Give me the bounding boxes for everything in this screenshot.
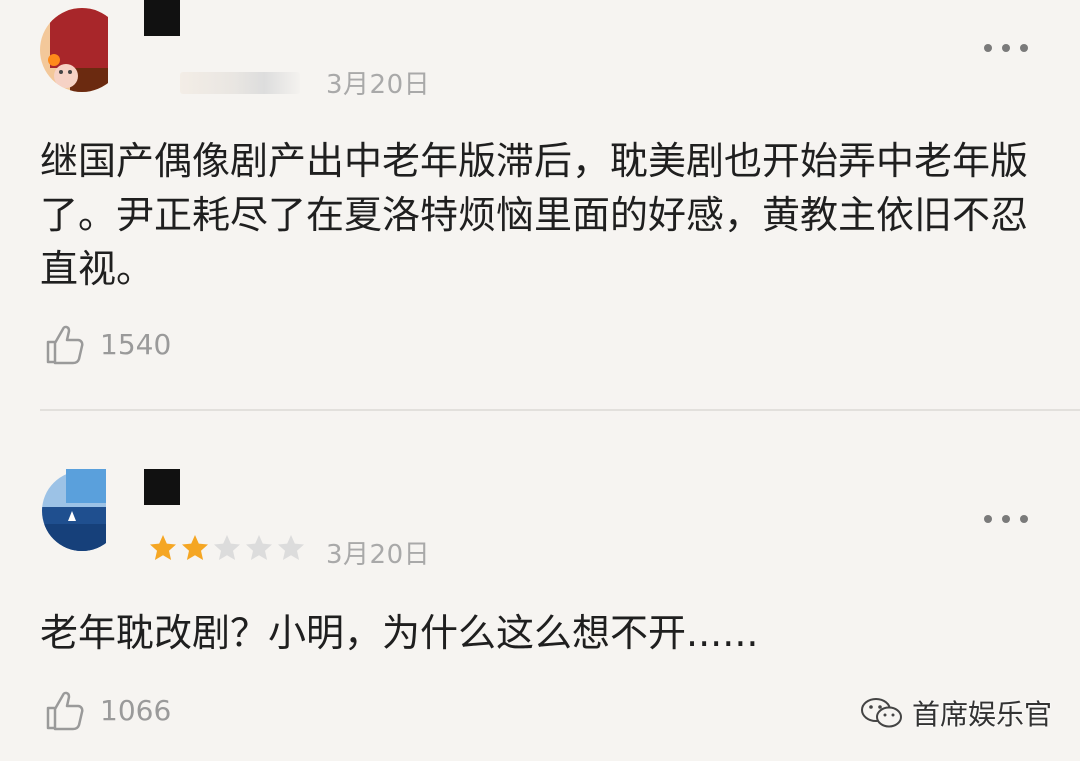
username-redacted: [144, 0, 180, 36]
watermark-text: 首席娱乐官: [912, 698, 1053, 731]
avatar[interactable]: [40, 8, 108, 92]
username-blur: [180, 72, 300, 94]
dot-icon: [1020, 44, 1028, 52]
username-redacted: [144, 469, 180, 505]
star-filled-icon: [150, 535, 176, 560]
watermark: 首席娱乐官: [860, 693, 1052, 733]
avatar[interactable]: [40, 469, 124, 553]
like-count: 1066: [100, 693, 172, 727]
comment-date: 3月20日: [326, 540, 431, 570]
comment-date: 3月20日: [326, 70, 431, 100]
star-empty-icon: [214, 535, 240, 560]
like-button[interactable]: 1066: [44, 688, 171, 732]
wechat-icon: [861, 698, 902, 728]
dot-icon: [984, 515, 992, 523]
dot-icon: [1020, 515, 1028, 523]
star-empty-icon: [246, 535, 272, 560]
comment-item: 3月20日 继国产偶像剧产出中老年版滞后，耽美剧也开始弄中老年版了。尹正耗尽了在…: [0, 0, 1080, 410]
more-options-button[interactable]: [984, 42, 1028, 54]
comment-text: 继国产偶像剧产出中老年版滞后，耽美剧也开始弄中老年版了。尹正耗尽了在夏洛特烦恼里…: [40, 139, 1029, 291]
comment-text: 老年耽改剧？小明，为什么这么想不开......: [40, 611, 759, 655]
like-count: 1540: [100, 327, 172, 361]
dot-icon: [1002, 515, 1010, 523]
like-button[interactable]: 1540: [44, 322, 171, 366]
star-rating: [148, 534, 306, 562]
dot-icon: [1002, 44, 1010, 52]
star-filled-icon: [182, 535, 208, 560]
thumbs-up-icon: [46, 691, 84, 731]
thumbs-up-icon: [46, 325, 84, 365]
dot-icon: [984, 44, 992, 52]
star-empty-icon: [278, 535, 304, 560]
more-options-button[interactable]: [984, 513, 1028, 525]
